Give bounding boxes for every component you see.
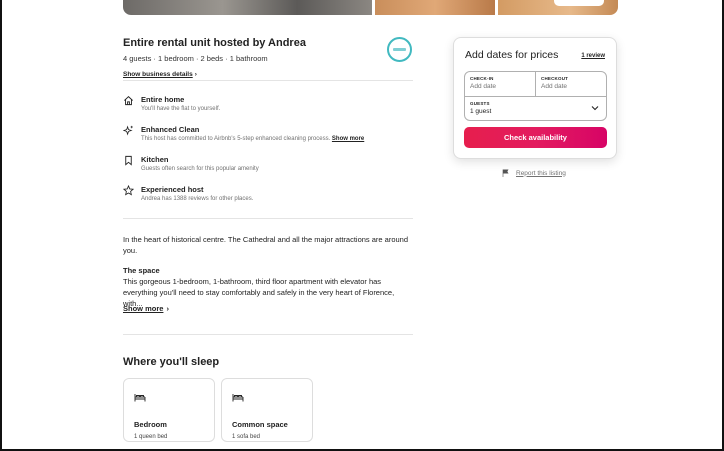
booking-title: Add dates for prices <box>465 49 559 61</box>
home-icon <box>124 96 133 106</box>
the-space-heading: The space <box>123 266 160 275</box>
highlight-kitchen: Kitchen Guests often search for this pop… <box>123 155 413 177</box>
highlight-desc: Guests often search for this popular ame… <box>141 166 259 172</box>
business-link-label: Show business details <box>123 71 193 78</box>
description-intro-line: In the heart of historical centre. The C… <box>123 235 409 244</box>
divider <box>123 218 413 219</box>
highlight-name: Entire home <box>141 95 185 104</box>
host-logo <box>393 48 406 51</box>
window-border-left <box>0 0 2 451</box>
checkin-placeholder: Add date <box>470 83 497 90</box>
sleep-card-bedroom: Bedroom 1 queen bed <box>123 378 215 442</box>
sparkle-icon <box>123 125 133 136</box>
listing-title: Entire rental unit hosted by Andrea <box>123 37 306 49</box>
room-beds: 1 queen bed <box>134 434 168 440</box>
checkout-placeholder: Add date <box>541 83 568 90</box>
checkin-label: CHECK-IN <box>470 76 494 81</box>
highlight-desc: This host has committed to Airbnb's 5-st… <box>141 136 364 142</box>
description-space-line: This gorgeous 1-bedroom, 1-bathroom, thi… <box>123 277 382 286</box>
where-youll-sleep-heading: Where you'll sleep <box>123 356 220 368</box>
sleep-card-common-space: Common space 1 sofa bed <box>221 378 313 442</box>
highlight-desc: Andrea has 1388 reviews for other places… <box>141 196 254 202</box>
flag-icon <box>502 169 509 177</box>
highlight-name: Enhanced Clean <box>141 125 200 134</box>
checkout-label: CHECKOUT <box>541 76 569 81</box>
listing-photo-main[interactable] <box>123 0 372 15</box>
guests-dropdown[interactable]: GUESTS 1 guest <box>465 96 606 121</box>
highlight-desc: You'll have the flat to yourself. <box>141 106 221 112</box>
bed-icon <box>134 394 146 402</box>
highlight-name: Experienced host <box>141 185 204 194</box>
photo-gallery <box>123 0 618 15</box>
show-all-photos-button[interactable] <box>554 0 604 6</box>
bookmark-icon <box>125 155 132 166</box>
divider <box>123 334 413 335</box>
sofa-icon <box>232 394 244 402</box>
star-icon <box>123 185 134 196</box>
show-business-details-link[interactable]: Show business details › <box>123 71 197 78</box>
booking-card: Add dates for prices 1 review CHECK-IN A… <box>453 37 617 159</box>
show-more-cleaning-link[interactable]: Show more <box>332 136 364 142</box>
room-name: Common space <box>232 420 288 429</box>
room-beds: 1 sofa bed <box>232 434 261 440</box>
description-intro-line: you. <box>123 246 138 255</box>
highlight-entire-home: Entire home You'll have the flat to your… <box>123 95 413 117</box>
checkin-field[interactable]: CHECK-IN Add date <box>465 72 536 96</box>
room-name: Bedroom <box>134 420 167 429</box>
highlight-enhanced-clean: Enhanced Clean This host has committed t… <box>123 125 413 147</box>
divider <box>123 80 413 81</box>
host-avatar[interactable] <box>387 37 412 62</box>
listing-header: Entire rental unit hosted by Andrea 4 gu… <box>123 36 413 81</box>
show-more-description-link[interactable]: Show more › <box>123 304 169 313</box>
highlight-name: Kitchen <box>141 155 169 164</box>
guests-label: GUESTS <box>470 101 490 106</box>
description-intro: In the heart of historical centre. The C… <box>123 234 413 256</box>
highlight-desc-text: This host has committed to Airbnb's 5-st… <box>141 136 331 142</box>
chevron-down-icon <box>591 106 599 111</box>
listing-photo-3[interactable] <box>498 0 618 15</box>
reviews-link[interactable]: 1 review <box>581 53 605 59</box>
listing-summary: 4 guests · 1 bedroom · 2 beds · 1 bathro… <box>123 54 268 63</box>
guests-value: 1 guest <box>470 108 492 115</box>
chevron-right-icon: › <box>194 71 197 78</box>
show-more-label: Show more <box>123 304 164 313</box>
listing-photo-2[interactable] <box>375 0 495 15</box>
chevron-right-icon: › <box>166 304 169 313</box>
date-guest-picker: CHECK-IN Add date CHECKOUT Add date GUES… <box>464 71 607 121</box>
checkout-field[interactable]: CHECKOUT Add date <box>536 72 607 96</box>
report-listing-label: Report this listing <box>516 169 566 177</box>
highlight-experienced-host: Experienced host Andrea has 1388 reviews… <box>123 185 413 207</box>
check-availability-button[interactable]: Check availability <box>464 127 607 148</box>
report-listing-link[interactable]: Report this listing <box>502 169 566 177</box>
